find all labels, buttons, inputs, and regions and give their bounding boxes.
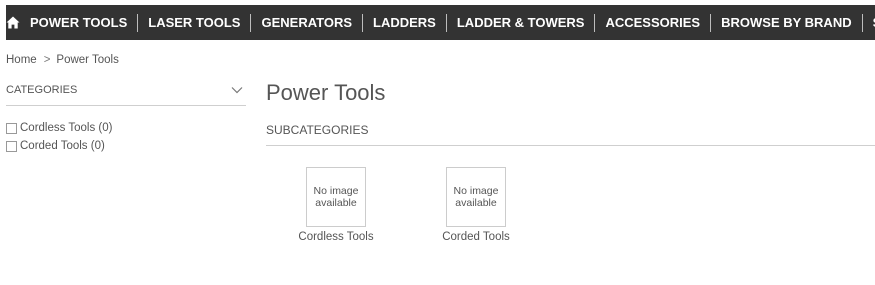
no-image-placeholder[interactable]: No image available [446, 167, 506, 227]
no-image-placeholder[interactable]: No image available [306, 167, 366, 227]
filter-corded-tools[interactable]: Corded Tools (0) [6, 137, 246, 155]
top-navigation: POWER TOOLS LASER TOOLS GENERATORS LADDE… [6, 5, 875, 40]
nav-item-ladders[interactable]: LADDERS [363, 5, 446, 40]
nav-item-ladder-towers[interactable]: LADDER & TOWERS [447, 5, 595, 40]
main-content: Power Tools SUBCATEGORIES No image avail… [266, 78, 875, 243]
filter-cordless-tools[interactable]: Cordless Tools (0) [6, 119, 246, 137]
filter-label: Cordless Tools (0) [20, 122, 113, 134]
breadcrumb-home-link[interactable]: Home [6, 54, 37, 66]
subcategory-tile-corded-tools[interactable]: No image available Corded Tools [431, 167, 521, 243]
nav-item-generators[interactable]: GENERATORS [251, 5, 362, 40]
nav-item-sale[interactable]: SALE [863, 5, 875, 40]
subcategory-tile-cordless-tools[interactable]: No image available Cordless Tools [291, 167, 381, 243]
chevron-down-icon [231, 87, 243, 94]
subcategory-label[interactable]: Corded Tools [431, 231, 521, 243]
categories-heading: CATEGORIES [6, 84, 78, 96]
subcategory-label[interactable]: Cordless Tools [291, 231, 381, 243]
category-sidebar: CATEGORIES Cordless Tools (0) Corded Too… [6, 80, 246, 155]
filter-checkbox[interactable] [6, 140, 17, 152]
nav-menu: POWER TOOLS LASER TOOLS GENERATORS LADDE… [20, 5, 875, 40]
home-button[interactable] [6, 5, 20, 40]
category-filter-list: Cordless Tools (0) Corded Tools (0) [6, 119, 246, 155]
page-title: Power Tools [266, 80, 386, 105]
subcategories-divider [266, 145, 875, 146]
home-icon [6, 16, 20, 29]
categories-toggle[interactable]: CATEGORIES [6, 80, 246, 100]
filter-label: Corded Tools (0) [20, 140, 105, 152]
breadcrumb-current: Power Tools [56, 54, 119, 66]
nav-item-browse-by-brand[interactable]: BROWSE BY BRAND [711, 5, 862, 40]
nav-item-power-tools[interactable]: POWER TOOLS [20, 5, 137, 40]
nav-item-laser-tools[interactable]: LASER TOOLS [138, 5, 250, 40]
subcategories-heading: SUBCATEGORIES [266, 123, 369, 137]
nav-item-accessories[interactable]: ACCESSORIES [595, 5, 710, 40]
breadcrumb: Home > Power Tools [6, 54, 119, 66]
breadcrumb-separator: > [43, 54, 51, 66]
categories-divider [6, 105, 246, 106]
subcategory-grid: No image available Cordless Tools No ima… [266, 167, 875, 257]
filter-checkbox[interactable] [6, 122, 17, 134]
